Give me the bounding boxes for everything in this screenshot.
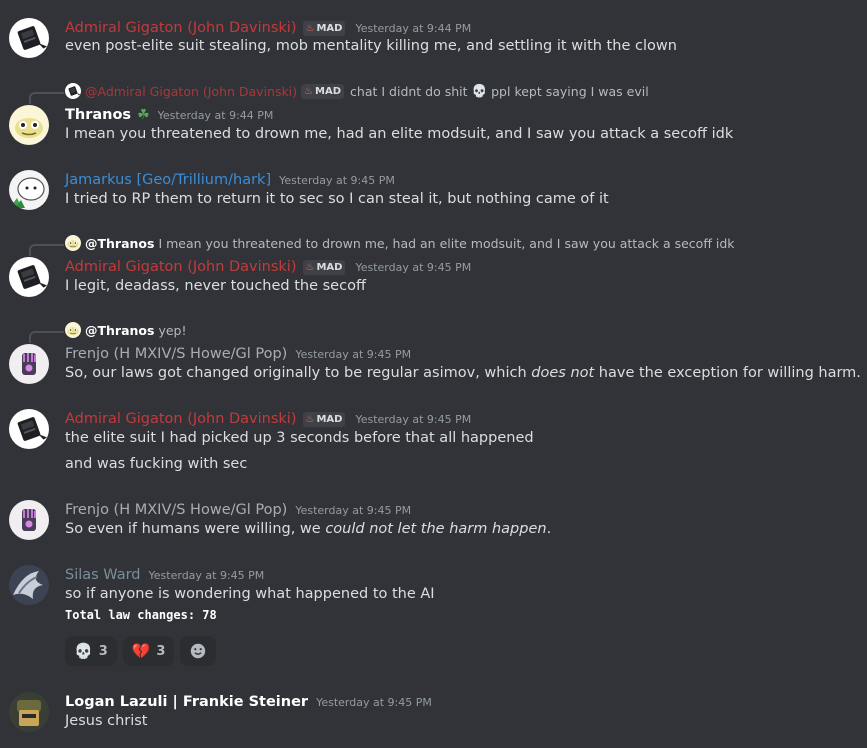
- add-reaction-icon: [191, 643, 206, 659]
- reply-text-continued: ppl kept saying I was evil: [491, 83, 649, 99]
- timestamp: Yesterday at 9:44 PM: [157, 108, 274, 122]
- reply-author: @Thranos: [85, 235, 155, 251]
- reply-avatar: [65, 235, 81, 251]
- author-name[interactable]: Admiral Gigaton (John Davinski): [65, 411, 297, 427]
- timestamp: Yesterday at 9:45 PM: [148, 568, 265, 582]
- guild-tag[interactable]: ♨ MAD: [302, 259, 346, 275]
- flame-icon: ♨: [305, 22, 315, 34]
- message-text: I legit, deadass, never touched the seco…: [65, 278, 366, 294]
- reply-preview[interactable]: @Admiral Gigaton (John Davinski) ♨ MAD ch…: [65, 82, 649, 100]
- timestamp: Yesterday at 9:45 PM: [295, 503, 412, 517]
- message-text: I tried to RP them to return it to sec s…: [65, 191, 609, 207]
- message-text: and was fucking with sec: [65, 456, 248, 472]
- reply-preview[interactable]: @Thranos yep!: [65, 321, 187, 339]
- timestamp: Yesterday at 9:45 PM: [355, 412, 472, 426]
- flame-icon: ♨: [304, 85, 314, 97]
- italic-text: could not let the harm happen: [325, 521, 547, 537]
- italic-text: does not: [531, 365, 595, 381]
- reaction-count: 3: [156, 643, 166, 659]
- reaction-count: 3: [98, 643, 108, 659]
- avatar[interactable]: [9, 105, 49, 145]
- guild-tag[interactable]: ♨ MAD: [302, 20, 346, 36]
- reply-avatar: [65, 83, 81, 99]
- add-reaction-button[interactable]: [180, 636, 217, 666]
- reaction-skull[interactable]: 💀 3: [65, 636, 117, 666]
- author-name[interactable]: Thranos: [65, 107, 131, 123]
- reply-avatar: [65, 322, 81, 338]
- avatar[interactable]: [9, 409, 49, 449]
- reply-author: @Thranos: [85, 322, 155, 338]
- reply-author: @Admiral Gigaton (John Davinski): [85, 83, 298, 99]
- reply-spine: [29, 331, 64, 343]
- message-text: the elite suit I had picked up 3 seconds…: [65, 430, 534, 446]
- broken-heart-emoji: 💔: [131, 642, 151, 660]
- message-text: So, our laws got changed originally to b…: [65, 365, 861, 381]
- avatar[interactable]: [9, 344, 49, 384]
- reactions-bar: 💀 3 💔 3: [65, 636, 217, 666]
- leaf-badge-icon: ☘: [137, 107, 150, 123]
- message-text: So even if humans were willing, we could…: [65, 521, 552, 537]
- avatar[interactable]: [9, 500, 49, 540]
- avatar[interactable]: [9, 257, 49, 297]
- message-text: so if anyone is wondering what happened …: [65, 586, 435, 602]
- guild-tag[interactable]: ♨ MAD: [302, 411, 346, 427]
- author-name[interactable]: Frenjo (H MXIV/S Howe/Gl Pop): [65, 346, 287, 362]
- flame-icon: ♨: [305, 261, 315, 273]
- embed-text: Total law changes: 78: [65, 608, 217, 622]
- message-text: Jesus christ: [65, 713, 148, 729]
- reply-guild-tag: ♨ MAD: [301, 83, 345, 99]
- author-name[interactable]: Silas Ward: [65, 567, 141, 583]
- avatar[interactable]: [9, 565, 49, 605]
- reply-text: chat I didnt do shit: [350, 83, 468, 99]
- author-name[interactable]: Logan Lazuli | Frankie Steiner: [65, 694, 308, 710]
- avatar[interactable]: [9, 18, 49, 58]
- timestamp: Yesterday at 9:45 PM: [295, 347, 412, 361]
- flame-icon: ♨: [305, 413, 315, 425]
- author-name[interactable]: Admiral Gigaton (John Davinski): [65, 259, 297, 275]
- author-name[interactable]: Frenjo (H MXIV/S Howe/Gl Pop): [65, 502, 287, 518]
- reply-text: I mean you threatened to drown me, had a…: [158, 235, 735, 251]
- message-text: even post-elite suit stealing, mob menta…: [65, 38, 677, 54]
- timestamp: Yesterday at 9:45 PM: [355, 260, 472, 274]
- reply-preview[interactable]: @Thranos I mean you threatened to drown …: [65, 234, 735, 252]
- reply-spine: [29, 244, 64, 256]
- timestamp: Yesterday at 9:45 PM: [279, 173, 395, 187]
- reaction-broken-heart[interactable]: 💔 3: [122, 636, 175, 666]
- avatar[interactable]: [9, 170, 49, 210]
- author-name[interactable]: Admiral Gigaton (John Davinski): [65, 20, 297, 36]
- message-text: I mean you threatened to drown me, had a…: [65, 126, 734, 142]
- reply-spine: [29, 92, 64, 104]
- avatar[interactable]: [9, 692, 49, 732]
- reply-text: yep!: [158, 322, 187, 338]
- skull-emoji: 💀: [74, 642, 93, 660]
- skull-emoji: 💀: [471, 83, 488, 98]
- timestamp: Yesterday at 9:44 PM: [355, 21, 472, 35]
- timestamp: Yesterday at 9:45 PM: [316, 695, 432, 709]
- author-name[interactable]: Jamarkus [Geo/Trillium/hark]: [65, 172, 271, 188]
